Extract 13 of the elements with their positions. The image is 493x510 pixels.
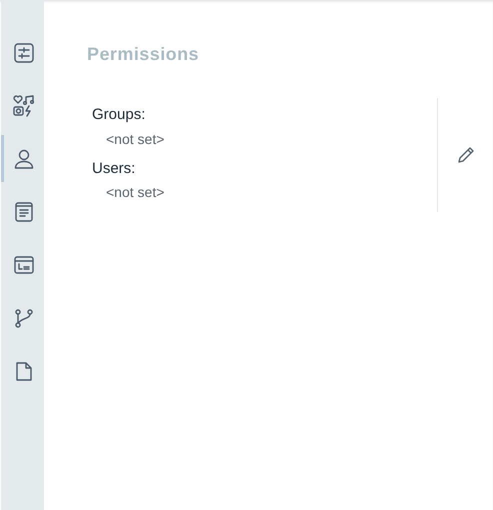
page-title: Permissions [87, 43, 200, 66]
field-label: Groups: [92, 105, 146, 125]
document-icon [13, 200, 35, 222]
media-icon [12, 94, 36, 118]
sliders-icon [13, 42, 35, 64]
edit-button[interactable] [456, 145, 476, 165]
field-label: Users: [92, 158, 136, 178]
branch-icon [13, 306, 35, 328]
field-value: <not set> [105, 130, 166, 148]
user-icon [13, 148, 35, 170]
field-value: <not set> [105, 183, 166, 202]
panel-icon [13, 254, 35, 276]
pencil-icon [456, 145, 476, 165]
